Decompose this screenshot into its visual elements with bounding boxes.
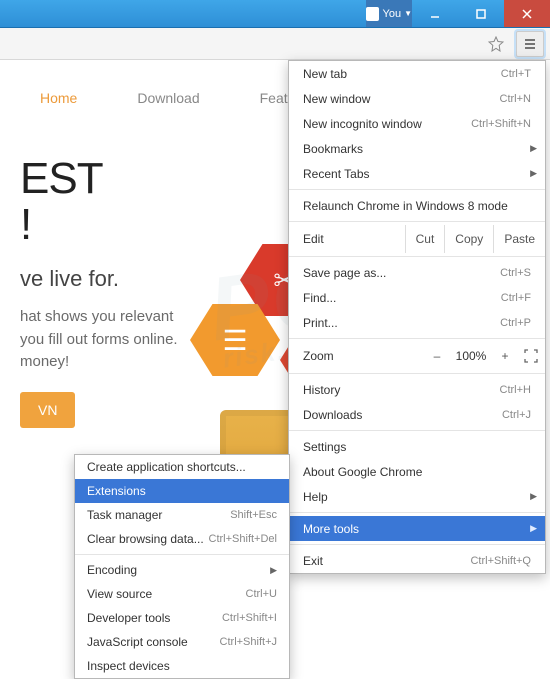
menu-save-as[interactable]: Save page as...Ctrl+S [289, 260, 545, 285]
menu-exit[interactable]: ExitCtrl+Shift+Q [289, 548, 545, 573]
menu-copy[interactable]: Copy [444, 225, 493, 253]
menu-edit-row: Edit Cut Copy Paste [289, 225, 545, 253]
more-tools-submenu: Create application shortcuts... Extensio… [74, 454, 290, 679]
menu-new-window[interactable]: New windowCtrl+N [289, 86, 545, 111]
menu-print[interactable]: Print...Ctrl+P [289, 310, 545, 335]
submenu-dev-tools[interactable]: Developer toolsCtrl+Shift+I [75, 606, 289, 630]
menu-edit-label: Edit [289, 232, 405, 246]
chevron-right-icon: ▶ [530, 168, 537, 179]
chrome-menu: New tabCtrl+T New windowCtrl+N New incog… [288, 60, 546, 574]
submenu-create-shortcut[interactable]: Create application shortcuts... [75, 455, 289, 479]
menu-cut[interactable]: Cut [405, 225, 445, 253]
nav-home[interactable]: Home [40, 90, 77, 106]
maximize-button[interactable] [458, 0, 504, 27]
user-icon [366, 7, 379, 21]
minimize-button[interactable] [412, 0, 458, 27]
menu-about[interactable]: About Google Chrome [289, 459, 545, 484]
chevron-right-icon: ▶ [270, 565, 277, 576]
submenu-clear-data[interactable]: Clear browsing data...Ctrl+Shift+Del [75, 527, 289, 551]
chevron-down-icon: ▼ [404, 9, 412, 18]
submenu-inspect-devices[interactable]: Inspect devices [75, 654, 289, 678]
close-button[interactable] [504, 0, 550, 27]
submenu-extensions[interactable]: Extensions [75, 479, 289, 503]
menu-relaunch-win8[interactable]: Relaunch Chrome in Windows 8 mode [289, 193, 545, 218]
menu-incognito[interactable]: New incognito windowCtrl+Shift+N [289, 111, 545, 136]
bookmark-star-button[interactable] [482, 31, 510, 57]
menu-more-tools[interactable]: More tools▶ [289, 516, 545, 541]
download-cta-button[interactable]: VN [20, 392, 75, 428]
submenu-task-manager[interactable]: Task managerShift+Esc [75, 503, 289, 527]
fullscreen-button[interactable] [517, 349, 545, 363]
chevron-right-icon: ▶ [530, 523, 537, 534]
menu-downloads[interactable]: DownloadsCtrl+J [289, 402, 545, 427]
hero-description: hat shows you relevant you fill out form… [20, 306, 280, 374]
user-badge[interactable]: You ▼ [366, 0, 412, 27]
user-label: You [383, 8, 402, 20]
window-titlebar: You ▼ [0, 0, 550, 28]
browser-toolbar [0, 28, 550, 60]
nav-download[interactable]: Download [137, 90, 199, 106]
submenu-js-console[interactable]: JavaScript consoleCtrl+Shift+J [75, 630, 289, 654]
zoom-in-button[interactable]: + [493, 349, 517, 363]
chevron-right-icon: ▶ [530, 143, 537, 154]
zoom-value: 100% [449, 349, 493, 363]
menu-zoom-row: Zoom – 100% + [289, 342, 545, 370]
menu-new-tab[interactable]: New tabCtrl+T [289, 61, 545, 86]
chevron-right-icon: ▶ [530, 491, 537, 502]
menu-find[interactable]: Find...Ctrl+F [289, 285, 545, 310]
submenu-encoding[interactable]: Encoding▶ [75, 558, 289, 582]
zoom-out-button[interactable]: – [425, 349, 449, 363]
menu-help[interactable]: Help▶ [289, 484, 545, 509]
submenu-view-source[interactable]: View sourceCtrl+U [75, 582, 289, 606]
menu-settings[interactable]: Settings [289, 434, 545, 459]
menu-button[interactable] [516, 31, 544, 57]
menu-history[interactable]: HistoryCtrl+H [289, 377, 545, 402]
menu-recent-tabs[interactable]: Recent Tabs▶ [289, 161, 545, 186]
menu-zoom-label: Zoom [289, 349, 425, 363]
menu-paste[interactable]: Paste [493, 225, 545, 253]
menu-bookmarks[interactable]: Bookmarks▶ [289, 136, 545, 161]
